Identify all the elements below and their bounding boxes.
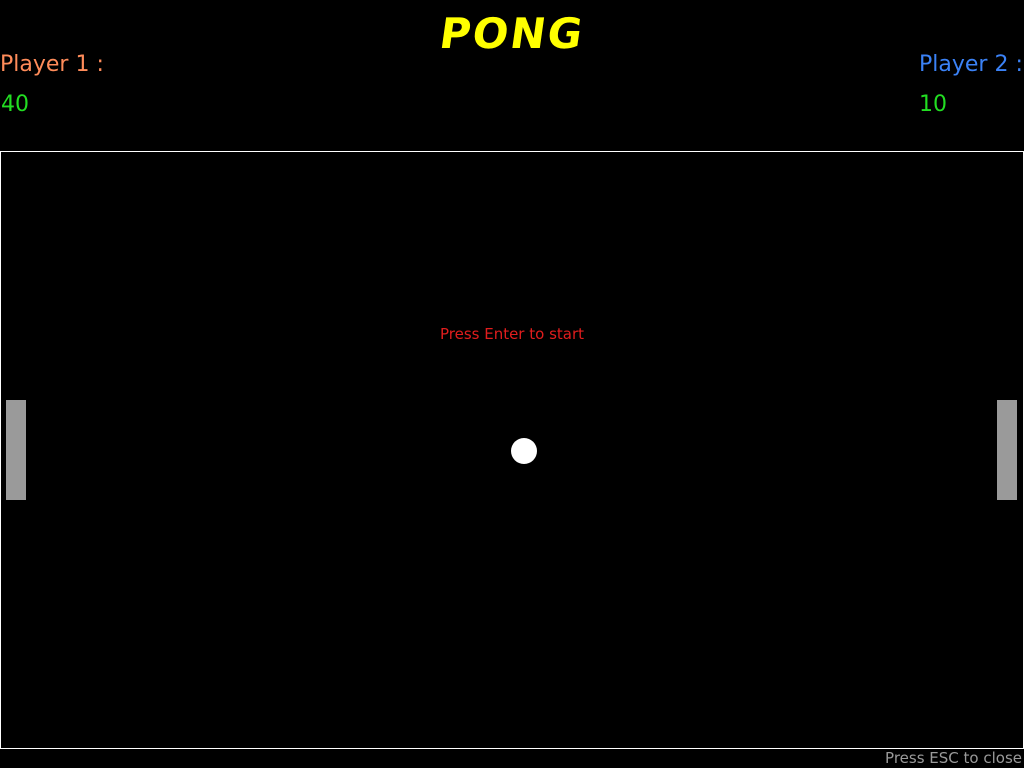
- player-2-score: 10: [919, 92, 947, 117]
- player-1-score: 40: [1, 92, 29, 117]
- left-paddle-icon: [6, 400, 26, 500]
- player-2-label: Player 2 :: [919, 52, 1023, 77]
- start-message: Press Enter to start: [439, 325, 585, 343]
- close-hint: Press ESC to close: [885, 749, 1022, 767]
- game-court[interactable]: Press Enter to start: [0, 151, 1024, 749]
- ball-icon: [511, 438, 537, 464]
- right-paddle-icon: [997, 400, 1017, 500]
- player-1-label: Player 1 :: [0, 52, 104, 77]
- game-title: PONG: [436, 9, 588, 58]
